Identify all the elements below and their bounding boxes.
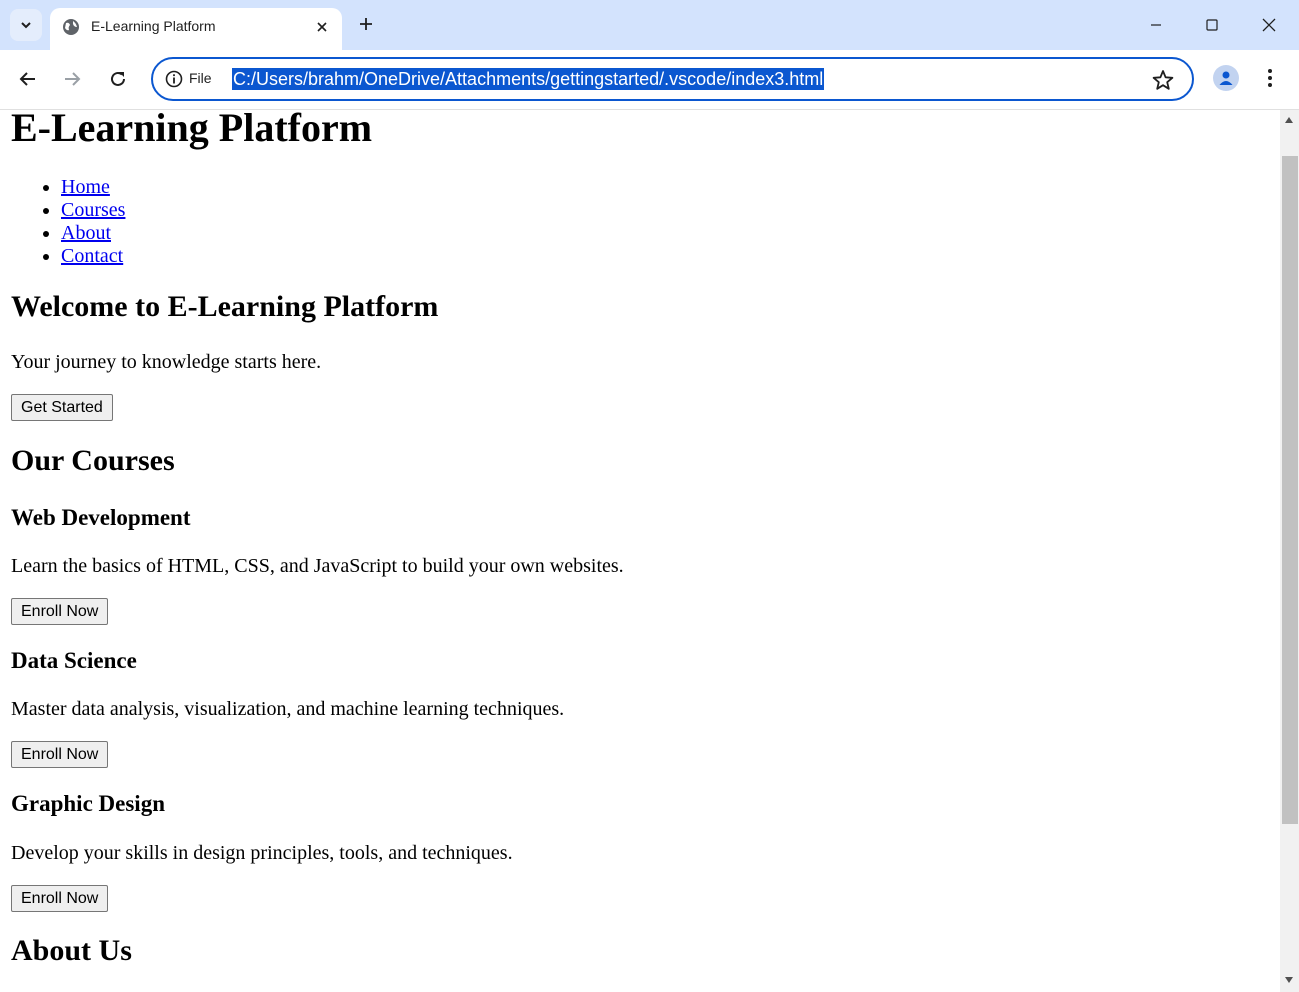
site-title: E-Learning Platform (11, 110, 373, 150)
nav-item-courses: Courses (61, 199, 125, 222)
back-button[interactable] (13, 64, 43, 94)
maximize-button[interactable] (1184, 0, 1240, 50)
chevron-down-icon (21, 22, 31, 29)
vertical-scrollbar[interactable] (1280, 110, 1299, 992)
browser-chrome: E-Learning Platform File C:/Users/brahm/… (0, 0, 1299, 110)
menu-button[interactable] (1258, 65, 1282, 91)
globe-icon (63, 19, 79, 35)
nav-link-courses[interactable]: Courses (61, 199, 125, 221)
reload-button[interactable] (103, 64, 133, 94)
nav-item-contact: Contact (61, 245, 125, 268)
close-icon (317, 22, 327, 32)
about-heading: About Us (11, 934, 132, 967)
nav-link-home[interactable]: Home (61, 176, 110, 198)
file-scheme-label: File (189, 70, 212, 86)
url-text[interactable]: C:/Users/brahm/OneDrive/Attachments/gett… (232, 68, 825, 90)
close-icon (1262, 18, 1276, 32)
tab-title: E-Learning Platform (91, 18, 216, 34)
page-viewport: E-Learning Platform Home Courses About C… (0, 110, 1280, 992)
course-title-data-science: Data Science (11, 648, 137, 673)
nav-item-home: Home (61, 176, 125, 199)
enroll-button-web-development[interactable]: Enroll Now (11, 598, 109, 625)
profile-button[interactable] (1213, 65, 1239, 91)
nav-link-about[interactable]: About (61, 222, 111, 244)
tab-strip: E-Learning Platform (0, 0, 1299, 50)
scroll-up-arrow-icon[interactable] (1285, 117, 1293, 123)
course-title-web-development: Web Development (11, 505, 191, 530)
browser-toolbar: File C:/Users/brahm/OneDrive/Attachments… (0, 50, 1299, 110)
tab-search-button[interactable] (10, 9, 42, 41)
hero-text: Your journey to knowledge starts here. (11, 351, 322, 373)
courses-heading: Our Courses (11, 444, 175, 477)
nav-item-about: About (61, 222, 125, 245)
more-vert-icon (1268, 69, 1272, 87)
maximize-icon (1206, 19, 1218, 31)
plus-icon (360, 18, 372, 30)
reload-icon (111, 71, 125, 86)
course-desc-web-development: Learn the basics of HTML, CSS, and JavaS… (11, 555, 624, 577)
forward-button[interactable] (57, 64, 87, 94)
close-window-button[interactable] (1241, 0, 1297, 50)
course-desc-data-science: Master data analysis, visualization, and… (11, 698, 565, 720)
main-nav: Home Courses About Contact (23, 176, 125, 268)
hero-heading: Welcome to E-Learning Platform (11, 290, 439, 323)
enroll-button-graphic-design[interactable]: Enroll Now (11, 885, 109, 912)
star-icon[interactable] (1152, 69, 1174, 91)
course-title-graphic-design: Graphic Design (11, 791, 165, 816)
scrollbar-thumb[interactable] (1282, 156, 1298, 824)
enroll-button-data-science[interactable]: Enroll Now (11, 741, 109, 768)
new-tab-button[interactable] (352, 10, 380, 38)
nav-link-contact[interactable]: Contact (61, 245, 123, 267)
active-tab[interactable]: E-Learning Platform (50, 8, 342, 50)
arrow-left-icon (19, 72, 35, 86)
arrow-right-icon (65, 72, 81, 86)
scroll-down-arrow-icon[interactable] (1285, 977, 1293, 983)
tab-close-button[interactable] (312, 17, 332, 37)
get-started-button[interactable]: Get Started (11, 394, 113, 421)
person-icon (1219, 71, 1233, 85)
info-icon[interactable] (165, 70, 183, 88)
minimize-button[interactable] (1128, 0, 1184, 50)
course-desc-graphic-design: Develop your skills in design principles… (11, 842, 513, 864)
minimize-icon (1151, 24, 1161, 26)
address-bar[interactable]: File C:/Users/brahm/OneDrive/Attachments… (151, 57, 1194, 101)
